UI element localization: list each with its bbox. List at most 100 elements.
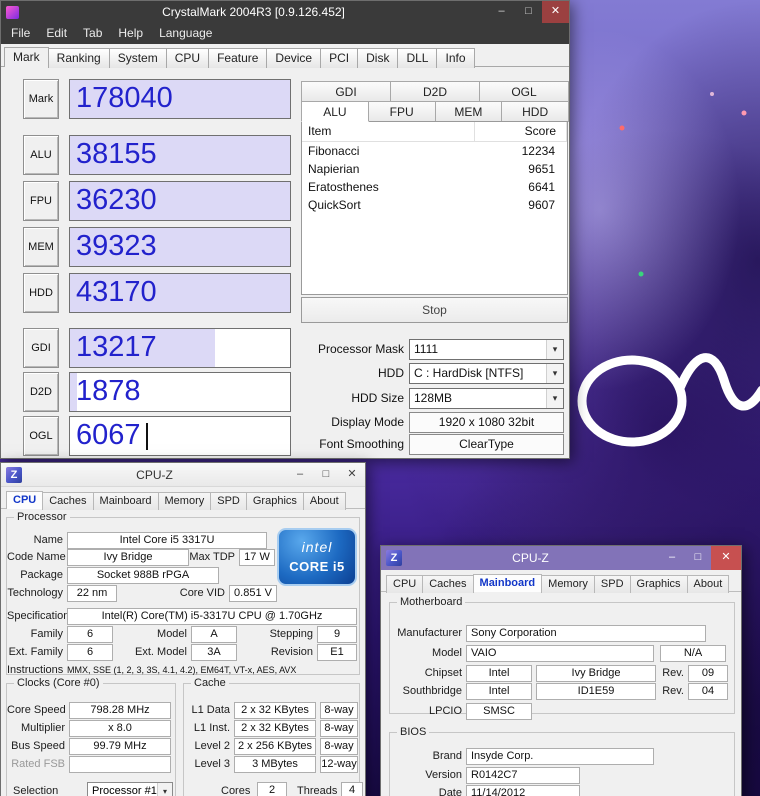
minimize-button[interactable]: – — [287, 463, 313, 487]
cpuz2-tab-caches[interactable]: Caches — [422, 575, 473, 593]
result-row[interactable]: Eratosthenes 6641 — [302, 178, 567, 196]
cpuz1-tab-graphics[interactable]: Graphics — [246, 492, 304, 510]
dropdown-arrow-icon: ▾ — [546, 389, 563, 408]
cpuz2-tab-spd[interactable]: SPD — [594, 575, 631, 593]
hdd-size-combo[interactable]: 128MB ▾ — [409, 388, 564, 409]
close-button[interactable]: ✕ — [542, 1, 569, 23]
southbridge-rev-label: Rev. — [660, 683, 684, 700]
bench-tab-gdi[interactable]: GDI — [301, 81, 391, 102]
results-header-score[interactable]: Score — [475, 122, 567, 141]
maximize-button[interactable]: □ — [685, 546, 711, 570]
minimize-button[interactable]: – — [488, 1, 515, 23]
gauge-button-mark[interactable]: Mark — [23, 79, 59, 119]
bench-tab-alu[interactable]: ALU — [301, 101, 369, 122]
l1-inst-field: 2 x 32 KBytes — [234, 720, 316, 737]
bench-tab-fpu[interactable]: FPU — [368, 101, 436, 122]
result-row[interactable]: Fibonacci 12234 — [302, 142, 567, 160]
gauge-button-alu[interactable]: ALU — [23, 135, 59, 175]
tab-ranking[interactable]: Ranking — [48, 48, 110, 68]
cpuz1-tab-caches[interactable]: Caches — [42, 492, 93, 510]
gauge-button-gdi[interactable]: GDI — [23, 328, 59, 368]
multiplier-field: x 8.0 — [69, 720, 171, 737]
cpuz2-titlebar[interactable]: Z CPU-Z – □ ✕ — [381, 546, 741, 570]
cpuz1-titlebar[interactable]: Z CPU-Z – □ ✕ — [1, 463, 365, 487]
processor-mask-combo[interactable]: 1111 ▾ — [409, 339, 564, 360]
crystalmark-titlebar[interactable]: CrystalMark 2004R3 [0.9.126.452] – □ ✕ — [1, 1, 569, 23]
menu-language[interactable]: Language — [151, 23, 220, 44]
menu-help[interactable]: Help — [110, 23, 151, 44]
gauge-value: 39323 — [76, 228, 157, 265]
stepping-label: Stepping — [251, 626, 313, 643]
close-button[interactable]: ✕ — [339, 463, 365, 487]
bus-speed-field: 99.79 MHz — [69, 738, 171, 755]
model-field: VAIO — [466, 645, 654, 662]
minimize-button[interactable]: – — [659, 546, 685, 570]
menu-file[interactable]: File — [3, 23, 38, 44]
menu-edit[interactable]: Edit — [38, 23, 75, 44]
tab-disk[interactable]: Disk — [357, 48, 398, 68]
rated-fsb-field — [69, 756, 171, 773]
model-label: Model — [390, 645, 462, 662]
family-field: 6 — [67, 626, 113, 643]
gauge-mem: 39323 — [69, 227, 291, 267]
level3-label: Level 3 — [184, 756, 230, 773]
threads-field: 4 — [341, 782, 363, 796]
cpuz2-tab-mainboard[interactable]: Mainboard — [473, 574, 543, 592]
tab-system[interactable]: System — [109, 48, 167, 68]
display-mode-value: 1920 x 1080 32bit — [409, 412, 564, 433]
cpuz2-tab-graphics[interactable]: Graphics — [630, 575, 688, 593]
result-row[interactable]: Napierian 9651 — [302, 160, 567, 178]
bench-tab-d2d[interactable]: D2D — [390, 81, 480, 102]
gauge-button-fpu[interactable]: FPU — [23, 181, 59, 221]
gauge-mark: 178040 — [69, 79, 291, 119]
tab-feature[interactable]: Feature — [208, 48, 267, 68]
chipset-label: Chipset — [390, 665, 462, 682]
cpuz1-tab-cpu[interactable]: CPU — [6, 491, 43, 509]
cpuz2-tab-memory[interactable]: Memory — [541, 575, 595, 593]
cpuz-window-cpu: Z CPU-Z – □ ✕ CPU Caches Mainboard Memor… — [0, 462, 366, 796]
close-button[interactable]: ✕ — [711, 546, 741, 570]
bus-speed-label: Bus Speed — [7, 738, 65, 755]
result-row[interactable]: QuickSort 9607 — [302, 196, 567, 214]
stop-button[interactable]: Stop — [301, 297, 568, 323]
hdd-combo[interactable]: C : HardDisk [NTFS] ▾ — [409, 363, 564, 384]
gauge-button-d2d[interactable]: D2D — [23, 372, 59, 412]
cpuz1-window-title: CPU-Z — [22, 468, 287, 482]
cpuz2-tab-cpu[interactable]: CPU — [386, 575, 423, 593]
text-caret — [146, 423, 148, 450]
cpuz2-tab-about[interactable]: About — [687, 575, 730, 593]
cpuz1-tab-memory[interactable]: Memory — [158, 492, 212, 510]
tab-mark[interactable]: Mark — [4, 47, 49, 67]
bench-tab-mem[interactable]: MEM — [435, 101, 503, 122]
cpuz1-tab-spd[interactable]: SPD — [210, 492, 247, 510]
results-header-item[interactable]: Item — [302, 122, 475, 141]
tab-device[interactable]: Device — [266, 48, 321, 68]
ext-model-field: 3A — [191, 644, 237, 661]
cpuz-window-mainboard: Z CPU-Z – □ ✕ CPU Caches Mainboard Memor… — [380, 545, 742, 796]
menu-tab[interactable]: Tab — [75, 23, 110, 44]
tab-cpu[interactable]: CPU — [166, 48, 209, 68]
bench-tab-ogl[interactable]: OGL — [479, 81, 569, 102]
cpuz1-tab-about[interactable]: About — [303, 492, 346, 510]
result-item: Eratosthenes — [302, 178, 475, 196]
crystalmark-tabstrip: Mark Ranking System CPU Feature Device P… — [1, 44, 569, 67]
cpuz1-tab-mainboard[interactable]: Mainboard — [93, 492, 159, 510]
tab-dll[interactable]: DLL — [397, 48, 437, 68]
maximize-button[interactable]: □ — [515, 1, 542, 23]
level3-way-field: 12-way — [320, 756, 358, 773]
cpuz2-tabstrip: CPU Caches Mainboard Memory SPD Graphics… — [381, 571, 741, 592]
bios-group-label: BIOS — [397, 726, 429, 738]
gauge-button-hdd[interactable]: HDD — [23, 273, 59, 313]
processor-selection-combo[interactable]: Processor #1 ▾ — [87, 782, 173, 796]
font-smoothing-label: Font Smoothing — [287, 434, 404, 455]
gauge-button-ogl[interactable]: OGL — [23, 416, 59, 456]
tab-pci[interactable]: PCI — [320, 48, 358, 68]
combo-value: Processor #1 — [88, 783, 157, 796]
tab-info[interactable]: Info — [436, 48, 474, 68]
combo-value: 128MB — [410, 389, 546, 408]
result-item: Fibonacci — [302, 142, 475, 160]
bench-tab-hdd[interactable]: HDD — [501, 101, 569, 122]
maximize-button[interactable]: □ — [313, 463, 339, 487]
gauge-button-mem[interactable]: MEM — [23, 227, 59, 267]
gauge-value: 178040 — [76, 80, 173, 117]
